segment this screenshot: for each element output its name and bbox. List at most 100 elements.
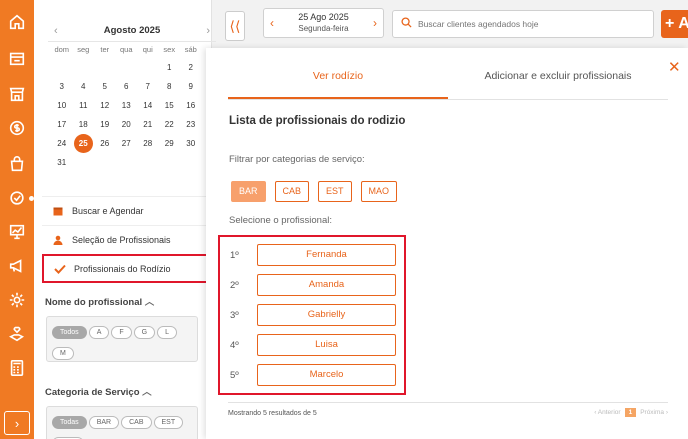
chevron-up-icon[interactable]: ︿ — [145, 297, 155, 308]
megaphone-icon[interactable] — [7, 256, 27, 276]
calendar-day[interactable]: 22 — [159, 115, 181, 134]
filter-label: Filtrar por categorias de serviço: — [229, 154, 365, 165]
calendar-day[interactable]: 5 — [94, 77, 116, 96]
close-icon[interactable]: ✕ — [668, 58, 681, 76]
weekday-header: sex — [163, 45, 176, 54]
professional-button[interactable]: Luisa — [257, 334, 396, 356]
menu-item-label: Profissionais do Rodízio — [74, 263, 171, 274]
filter-chip[interactable]: BAR — [88, 416, 120, 429]
chart-icon[interactable] — [7, 222, 27, 242]
shop-icon[interactable] — [7, 84, 27, 104]
calendar-day[interactable]: 25 — [73, 134, 93, 153]
professional-button[interactable]: Amanda — [257, 274, 396, 296]
cat-chip-box: TodasBARCABESTMAO — [46, 406, 198, 439]
calendar-day[interactable]: 24 — [51, 134, 73, 153]
filter-chip[interactable]: G — [133, 326, 156, 339]
calendar-day[interactable]: 18 — [73, 115, 95, 134]
calendar-day[interactable]: 13 — [116, 96, 138, 115]
filter-chip[interactable]: CAB — [121, 416, 152, 429]
category-button[interactable]: BAR — [231, 181, 266, 202]
calendar-day[interactable]: 19 — [94, 115, 116, 134]
check-icon — [54, 263, 66, 275]
date-text: 25 Ago 2025 Segunda-feira — [298, 12, 349, 34]
collapse-panel-button[interactable]: ⟨⟨ — [225, 11, 245, 41]
calendar-day[interactable]: 11 — [73, 96, 95, 115]
chevron-left-icon[interactable]: ‹ — [270, 16, 274, 30]
tab-ver-rodizio[interactable]: Ver rodízio — [228, 48, 448, 99]
pager-current[interactable]: 1 — [624, 408, 637, 417]
store-icon[interactable] — [7, 48, 27, 68]
filter-chip[interactable]: Todos — [52, 326, 87, 339]
professional-list: 1º Fernanda 2º Amanda 3º Gabrielly 4º Luisa 5º Ma… — [218, 235, 406, 395]
calendar-day[interactable]: 6 — [116, 77, 138, 96]
gear-icon[interactable] — [7, 290, 27, 310]
professional-row: 3º Gabrielly — [220, 304, 396, 326]
search-icon — [401, 15, 412, 33]
calendar-prev-button[interactable]: ‹ — [54, 25, 58, 37]
calculator-icon[interactable] — [7, 358, 27, 378]
calendar-day[interactable]: 14 — [137, 96, 159, 115]
pagination: ‹ Anterior 1 Próxima › — [594, 408, 668, 417]
pager-prev[interactable]: ‹ Anterior — [594, 409, 620, 416]
category-button[interactable]: MAO — [360, 181, 398, 202]
money-icon[interactable] — [7, 118, 27, 138]
calendar-day[interactable]: 23 — [180, 115, 202, 134]
calendar-day[interactable]: 1 — [159, 58, 181, 77]
calendar-day[interactable]: 27 — [116, 134, 138, 153]
calendar-day[interactable]: 31 — [51, 153, 73, 172]
weekday-header: qua — [119, 45, 133, 54]
date-picker[interactable]: ‹ 25 Ago 2025 Segunda-feira › — [263, 8, 384, 38]
professional-button[interactable]: Gabrielly — [257, 304, 396, 326]
chevron-up-icon[interactable]: ︿ — [142, 387, 152, 398]
expand-rail-button[interactable]: › — [4, 411, 30, 435]
calendar-day[interactable]: 12 — [94, 96, 116, 115]
calendar-day[interactable]: 4 — [73, 77, 95, 96]
calendar-day[interactable]: 21 — [137, 115, 159, 134]
calendar-day[interactable]: 15 — [159, 96, 181, 115]
calendar-day[interactable]: 9 — [180, 77, 202, 96]
calendar-day[interactable]: 30 — [180, 134, 202, 153]
weekday-header: qui — [142, 45, 153, 54]
filter-chip[interactable]: Todas — [52, 416, 87, 429]
calendar-day[interactable]: 2 — [180, 58, 202, 77]
professional-button[interactable]: Fernanda — [257, 244, 396, 266]
home-icon[interactable] — [7, 12, 27, 32]
weekday-header: sáb — [184, 45, 197, 54]
hand-heart-icon[interactable] — [7, 324, 27, 344]
add-button[interactable]: + A — [661, 10, 688, 38]
category-button[interactable]: CAB — [274, 181, 310, 202]
calendar-day[interactable]: 7 — [137, 77, 159, 96]
professional-row: 4º Luisa — [220, 334, 396, 356]
menu-item-selecao-profissionais[interactable]: Seleção de Profissionais — [42, 225, 212, 254]
calendar-day[interactable]: 20 — [116, 115, 138, 134]
calendar-day[interactable]: 28 — [137, 134, 159, 153]
chevron-right-icon[interactable]: › — [373, 16, 377, 30]
professional-row: 5º Marcelo — [220, 364, 396, 386]
calendar-next-button[interactable]: › — [206, 25, 210, 37]
filter-chip[interactable]: L — [157, 326, 177, 339]
calendar-day[interactable]: 26 — [94, 134, 116, 153]
professional-order: 2º — [230, 279, 239, 291]
calendar-day[interactable]: 8 — [159, 77, 181, 96]
weekday-header: dom — [54, 45, 70, 54]
tab-adicionar-excluir[interactable]: Adicionar e excluir profissionais — [448, 48, 668, 99]
search-input[interactable] — [418, 19, 638, 29]
category-button[interactable]: EST — [318, 181, 352, 202]
calendar-day[interactable]: 3 — [51, 77, 73, 96]
filter-chip[interactable]: A — [88, 326, 110, 339]
calendar-day[interactable]: 16 — [180, 96, 202, 115]
settings-check-icon[interactable] — [7, 188, 27, 208]
select-label: Selecione o profissional: — [229, 215, 332, 226]
pager-next[interactable]: Próxima › — [640, 409, 668, 416]
filter-chip[interactable]: F — [111, 326, 132, 339]
menu-item-profissionais-rodizio[interactable]: Profissionais do Rodízio — [42, 254, 212, 283]
filter-chip[interactable]: EST — [153, 416, 184, 429]
bag-icon[interactable] — [7, 154, 27, 174]
filter-chip[interactable]: M — [52, 347, 74, 360]
calendar-empty-cell — [94, 58, 116, 77]
calendar-day[interactable]: 29 — [159, 134, 181, 153]
menu-item-buscar-agendar[interactable]: Buscar e Agendar — [42, 196, 212, 225]
calendar-day[interactable]: 10 — [51, 96, 73, 115]
calendar-day[interactable]: 17 — [51, 115, 73, 134]
professional-button[interactable]: Marcelo — [257, 364, 396, 386]
